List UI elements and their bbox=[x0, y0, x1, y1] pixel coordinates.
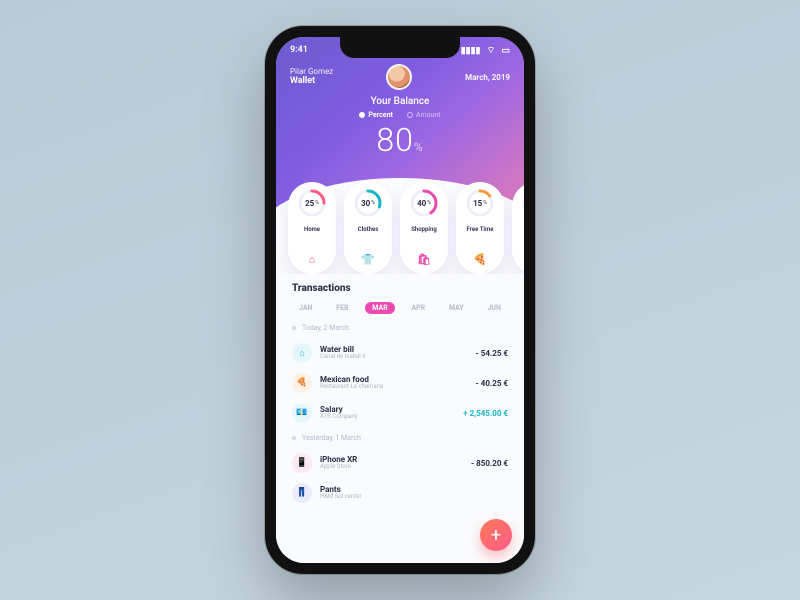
transaction-icon: 📱 bbox=[292, 453, 312, 473]
transaction-row[interactable]: 📱iPhone XRApple Store- 850.20 € bbox=[292, 448, 508, 478]
body: Transactions JAN FEB MAR APR MAY JUN Today, 2… bbox=[276, 237, 524, 563]
group-header: Yesterday, 1 March bbox=[292, 434, 508, 442]
transaction-icon: 💶 bbox=[292, 403, 312, 423]
status-icons: ▮▮▮▮ ⌔ ▭ bbox=[457, 45, 510, 56]
user-section: Wallet bbox=[290, 76, 333, 87]
mode-amount[interactable]: Amount bbox=[407, 111, 441, 119]
user-block[interactable]: Pilar Gomez Wallet bbox=[290, 67, 333, 87]
group-header: Today, 2 March bbox=[292, 324, 508, 332]
transaction-icon: 👖 bbox=[292, 483, 312, 503]
mode-percent[interactable]: Percent bbox=[359, 111, 392, 119]
header-date[interactable]: March, 2019 bbox=[465, 73, 510, 82]
month-apr[interactable]: APR bbox=[404, 302, 432, 314]
category-shopping[interactable]: 40%Shopping🛍 bbox=[400, 182, 448, 274]
month-feb[interactable]: FEB bbox=[329, 302, 355, 314]
month-tabs: JAN FEB MAR APR MAY JUN bbox=[292, 302, 508, 314]
month-mar[interactable]: MAR bbox=[365, 302, 394, 314]
transaction-row[interactable]: 💶SalaryATR Company+ 2,545.00 € bbox=[292, 398, 508, 428]
month-jan[interactable]: JAN bbox=[292, 302, 319, 314]
balance-modes: Percent Amount bbox=[290, 111, 510, 119]
wifi-icon: ⌔ bbox=[487, 46, 495, 56]
balance-value: 80% bbox=[290, 121, 510, 159]
month-jun[interactable]: JUN bbox=[481, 302, 508, 314]
category-home[interactable]: 25%Home⌂ bbox=[288, 182, 336, 274]
avatar[interactable] bbox=[386, 64, 412, 90]
add-button[interactable]: + bbox=[480, 519, 512, 551]
category-more[interactable]: 50% bbox=[512, 182, 524, 274]
transaction-row[interactable]: 🍕Mexican foodRestaurant La chamana- 40.2… bbox=[292, 368, 508, 398]
signal-icon: ▮▮▮▮ bbox=[461, 46, 481, 56]
transaction-icon: 🍕 bbox=[292, 373, 312, 393]
transaction-list: Today, 2 March ⌂Water billCanal de Isabel… bbox=[292, 324, 508, 508]
user-name: Pilar Gomez bbox=[290, 67, 333, 77]
phone-frame: 9:41 ▮▮▮▮ ⌔ ▭ Pilar Gomez Wallet March, … bbox=[265, 26, 535, 574]
month-may[interactable]: MAY bbox=[442, 302, 471, 314]
battery-icon: ▭ bbox=[501, 46, 510, 56]
category-clothes[interactable]: 30%Clothes👕 bbox=[344, 182, 392, 274]
balance-title: Your Balance bbox=[290, 96, 510, 107]
transactions-title: Transactions bbox=[292, 283, 508, 294]
status-time: 9:41 bbox=[290, 45, 308, 56]
transaction-row[interactable]: ⌂Water billCanal de Isabel II- 54.25 € bbox=[292, 338, 508, 368]
screen: 9:41 ▮▮▮▮ ⌔ ▭ Pilar Gomez Wallet March, … bbox=[276, 37, 524, 563]
category-free-time[interactable]: 15%Free Time🍕 bbox=[456, 182, 504, 274]
transaction-icon: ⌂ bbox=[292, 343, 312, 363]
category-pills[interactable]: 25%Home⌂30%Clothes👕40%Shopping🛍15%Free T… bbox=[276, 182, 524, 274]
transaction-row[interactable]: 👖PantsH&M Sol center bbox=[292, 478, 508, 508]
notch bbox=[340, 36, 460, 58]
